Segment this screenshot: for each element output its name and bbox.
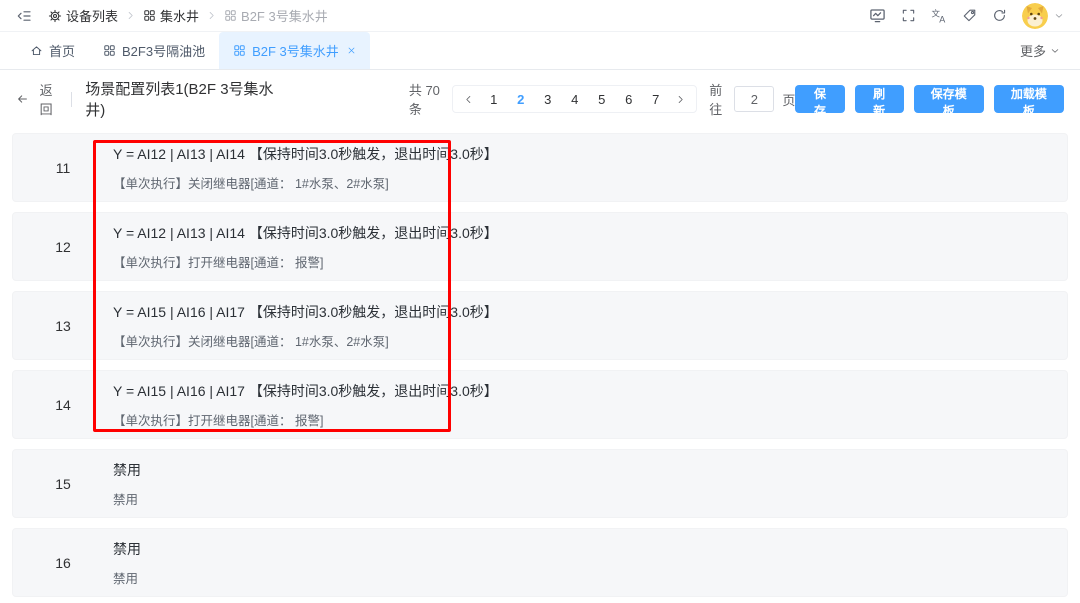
next-page-button[interactable] [669,94,692,105]
chevron-right-icon [206,10,217,21]
goto-label: 前往 [709,80,726,118]
home-icon [30,44,43,57]
chevron-down-icon [1054,11,1064,21]
scene-rule-row-12[interactable]: 12 Y = AI12 | AI13 | AI14 【保持时间3.0秒触发，退出… [12,212,1068,281]
page-title: 场景配置列表1(B2F 3号集水井) [85,78,281,120]
chevron-right-icon [675,94,686,105]
tab-home[interactable]: 首页 [16,32,89,69]
rule-action: 【单次执行】打开继电器[通道： 报警] [113,410,498,429]
row-index: 12 [13,239,113,255]
grid-icon [233,44,246,57]
chevron-right-icon [125,10,136,21]
page-number-2-active[interactable]: 2 [507,86,534,112]
rule-action: 【单次执行】关闭继电器[通道： 1#水泵、2#水泵] [113,173,498,192]
scene-rule-row-16[interactable]: 16 禁用 禁用 [12,528,1068,597]
row-index: 11 [13,160,113,176]
breadcrumb: 设备列表 集水井 B2F 3号集水井 [48,6,328,25]
rule-condition: Y = AI12 | AI13 | AI14 【保持时间3.0秒触发，退出时间3… [113,144,498,164]
grid-icon [103,44,116,57]
fullscreen-button[interactable] [901,8,916,23]
screen-icon [869,7,886,24]
translate-icon: 文A [931,8,947,24]
back-label: 返回 [34,80,58,118]
tab-label: B2F 3号集水井 [252,41,339,60]
row-index: 15 [13,476,113,492]
load-template-button[interactable]: 加载模板 [994,85,1064,113]
rule-action: 禁用 [113,568,141,587]
rule-action: 禁用 [113,489,141,508]
scene-rule-list: 11 Y = AI12 | AI13 | AI14 【保持时间3.0秒触发，退出… [0,133,1080,597]
translate-button[interactable]: 文A [931,8,947,24]
row-index: 14 [13,397,113,413]
fold-menu-icon [16,8,32,24]
breadcrumb-label: 设备列表 [66,6,118,25]
refresh-icon [992,8,1007,23]
scene-rule-row-15[interactable]: 15 禁用 禁用 [12,449,1068,518]
tab-b2f3-grease-trap[interactable]: B2F3号隔油池 [89,32,219,69]
breadcrumb-label: 集水井 [160,6,199,25]
tab-b2f3-sump-active[interactable]: B2F 3号集水井 [219,32,370,69]
save-button[interactable]: 保存 [795,85,844,113]
page-number-5[interactable]: 5 [588,86,615,112]
scene-rule-row-13[interactable]: 13 Y = AI15 | AI16 | AI17 【保持时间3.0秒触发，退出… [12,291,1068,360]
total-count: 共 70 条 [409,80,440,118]
pagination: 共 70 条 1 2 3 4 5 6 7 前往 页 [409,80,796,118]
row-index: 16 [13,555,113,571]
goto-page-input[interactable] [734,86,774,112]
breadcrumb-item-device-list[interactable]: 设备列表 [48,6,118,25]
tab-label: B2F3号隔油池 [122,41,205,60]
page-number-1[interactable]: 1 [480,86,507,112]
chevron-down-icon [1050,46,1060,56]
rule-condition: 禁用 [113,539,141,559]
collapse-sidebar-button[interactable] [16,8,32,24]
breadcrumb-label: B2F 3号集水井 [241,6,328,25]
page-number-4[interactable]: 4 [561,86,588,112]
tab-label: 首页 [49,41,75,60]
page-number-6[interactable]: 6 [615,86,642,112]
page-number-3[interactable]: 3 [534,86,561,112]
gear-icon [48,9,62,23]
breadcrumb-item-current-device: B2F 3号集水井 [224,6,328,25]
pager: 1 2 3 4 5 6 7 [452,85,697,113]
scene-rule-row-14[interactable]: 14 Y = AI15 | AI16 | AI17 【保持时间3.0秒触发，退出… [12,370,1068,439]
more-label: 更多 [1020,41,1046,60]
refresh-button[interactable] [992,8,1007,23]
grid-icon [224,9,237,22]
user-menu-button[interactable] [1022,3,1064,29]
svg-text:A: A [939,14,945,24]
page-unit-label: 页 [782,90,795,109]
vertical-divider [71,92,72,107]
row-index: 13 [13,318,113,334]
rule-condition: Y = AI12 | AI13 | AI14 【保持时间3.0秒触发，退出时间3… [113,223,498,243]
page-number-7[interactable]: 7 [642,86,669,112]
rule-condition: 禁用 [113,460,141,480]
tag-icon [962,8,977,23]
rule-condition: Y = AI15 | AI16 | AI17 【保持时间3.0秒触发，退出时间3… [113,381,498,401]
rule-action: 【单次执行】关闭继电器[通道： 1#水泵、2#水泵] [113,331,498,350]
back-button[interactable]: 返回 [16,80,58,118]
tab-bar: 首页 B2F3号隔油池 B2F 3号集水井 更多 [0,32,1080,70]
scene-rule-row-11[interactable]: 11 Y = AI12 | AI13 | AI14 【保持时间3.0秒触发，退出… [12,133,1068,202]
action-buttons: 保存 刷新 保存模板 加载模板 [795,85,1064,113]
header-actions: 文A [869,3,1064,29]
save-template-button[interactable]: 保存模板 [914,85,984,113]
chevron-left-icon [463,94,474,105]
refresh-list-button[interactable]: 刷新 [855,85,904,113]
rule-action: 【单次执行】打开继电器[通道： 报警] [113,252,498,271]
toolbar: 返回 场景配置列表1(B2F 3号集水井) 共 70 条 1 2 3 4 5 6… [0,84,1080,114]
app-header: 设备列表 集水井 B2F 3号集水井 文A [0,0,1080,32]
fullscreen-icon [901,8,916,23]
breadcrumb-item-sump[interactable]: 集水井 [143,6,199,25]
close-tab-icon[interactable] [347,46,356,55]
rule-condition: Y = AI15 | AI16 | AI17 【保持时间3.0秒触发，退出时间3… [113,302,498,322]
prev-page-button[interactable] [457,94,480,105]
tag-button[interactable] [962,8,977,23]
grid-icon [143,9,156,22]
more-tabs-button[interactable]: 更多 [1020,32,1064,69]
arrow-left-icon [16,92,29,106]
doge-avatar [1022,3,1048,29]
data-screen-button[interactable] [869,7,886,24]
